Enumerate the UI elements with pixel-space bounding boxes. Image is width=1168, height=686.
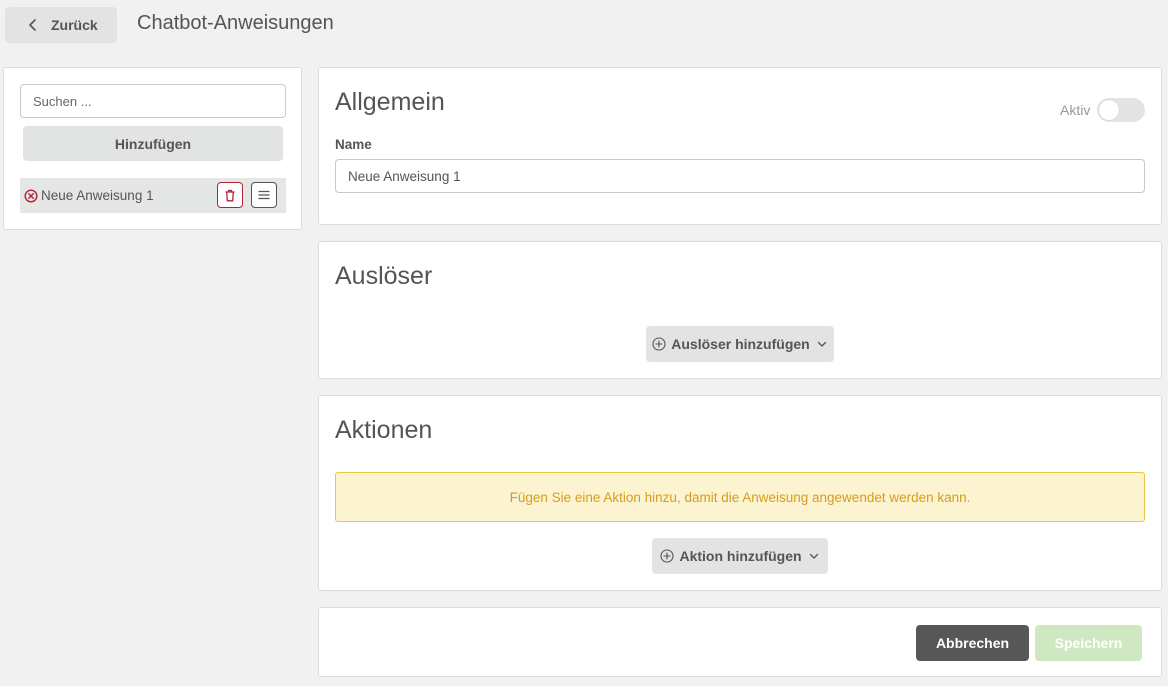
- name-label: Name: [335, 137, 372, 152]
- add-action-button[interactable]: Aktion hinzufügen: [652, 538, 828, 574]
- chevron-left-icon: [25, 17, 41, 33]
- add-trigger-label: Auslöser hinzufügen: [671, 336, 810, 352]
- menu-button[interactable]: [251, 182, 277, 208]
- back-button[interactable]: Zurück: [5, 7, 117, 43]
- page-title: Chatbot-Anweisungen: [137, 12, 334, 34]
- save-button[interactable]: Speichern: [1035, 625, 1142, 661]
- general-title: Allgemein: [335, 88, 445, 116]
- chevron-down-icon: [816, 338, 828, 350]
- plus-circle-icon: [660, 549, 675, 563]
- hamburger-icon: [258, 190, 270, 200]
- list-item[interactable]: Neue Anweisung 1: [20, 178, 286, 213]
- add-instruction-button[interactable]: Hinzufügen: [23, 126, 283, 161]
- list-item-label: Neue Anweisung 1: [41, 188, 154, 203]
- toggle-knob: [1099, 100, 1119, 120]
- trash-icon: [224, 189, 236, 202]
- delete-button[interactable]: [217, 182, 243, 208]
- plus-circle-icon: [652, 337, 666, 351]
- active-toggle-label: Aktiv: [1060, 102, 1091, 118]
- footer-bar: Abbrechen Speichern: [318, 607, 1162, 677]
- active-toggle[interactable]: [1097, 98, 1145, 122]
- back-button-label: Zurück: [51, 17, 98, 33]
- search-input[interactable]: [20, 84, 286, 118]
- actions-section: Aktionen Fügen Sie eine Aktion hinzu, da…: [318, 395, 1162, 591]
- chevron-down-icon: [808, 550, 820, 562]
- add-action-label: Aktion hinzufügen: [679, 548, 802, 564]
- add-trigger-button[interactable]: Auslöser hinzufügen: [646, 326, 834, 362]
- triggers-section: Auslöser Auslöser hinzufügen: [318, 241, 1162, 379]
- cancel-button[interactable]: Abbrechen: [916, 625, 1029, 661]
- name-field[interactable]: [335, 159, 1145, 193]
- actions-title: Aktionen: [335, 416, 433, 444]
- general-section: Allgemein Aktiv Name: [318, 67, 1162, 225]
- warning-banner: Fügen Sie eine Aktion hinzu, damit die A…: [335, 472, 1145, 522]
- instruction-list-panel: Hinzufügen Neue Anweisung 1: [3, 67, 302, 230]
- circle-x-icon: [24, 189, 38, 203]
- triggers-title: Auslöser: [335, 262, 433, 290]
